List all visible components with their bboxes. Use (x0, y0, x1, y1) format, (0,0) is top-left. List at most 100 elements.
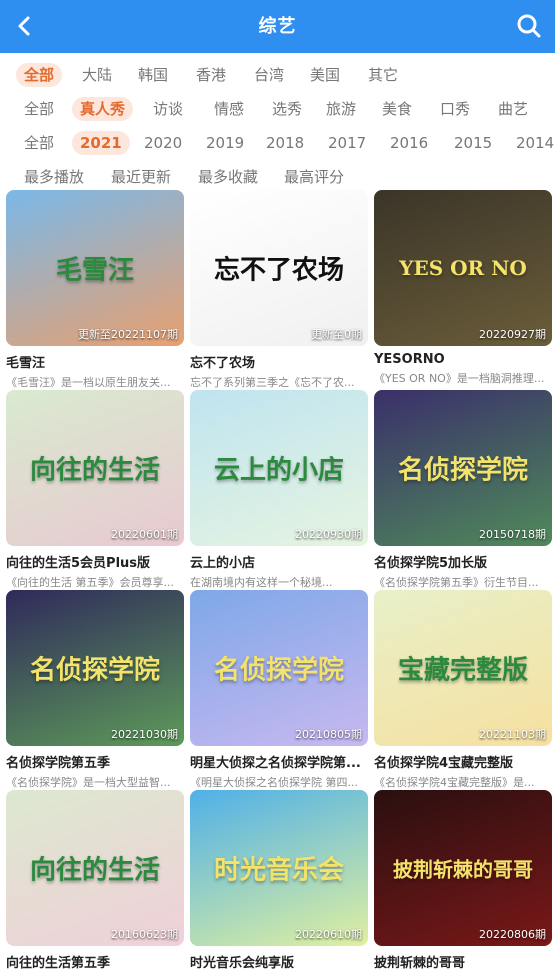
show-description: 忘不了系列第三季之《忘不了农... (190, 376, 355, 389)
show-poster[interactable]: 毛雪汪 更新至20221107期 (6, 190, 184, 346)
top-app-bar: 综艺 (0, 0, 555, 53)
show-poster[interactable]: 名侦探学院 20210805期 (190, 590, 368, 746)
show-card[interactable]: 忘不了农场 更新至0期忘不了农场忘不了系列第三季之《忘不了农... (190, 190, 368, 390)
show-card[interactable]: 时光音乐会 20220610期时光音乐会纯享版 (190, 790, 368, 971)
region-chip[interactable]: 全部 (16, 63, 63, 87)
poster-logo-text: 毛雪汪 (55, 255, 134, 286)
region-filter-row: 全部 大陆 韩国 香港 台湾 美国 其它 (0, 60, 555, 90)
sort-chip[interactable]: 最多收藏 (190, 165, 266, 189)
show-poster[interactable]: 忘不了农场 更新至0期 (190, 190, 368, 346)
episode-badge: 更新至0期 (311, 328, 362, 341)
poster-logo-text: 向往的生活 (29, 855, 160, 886)
show-title: 名侦探学院5加长版 (374, 556, 488, 571)
show-card[interactable]: 名侦探学院 20150718期名侦探学院5加长版《名侦探学院第五季》衍生节目... (374, 390, 552, 590)
show-title: 披荆斩棘的哥哥 (374, 956, 466, 971)
show-description: 《向往的生活 第五季》会员尊享... (6, 576, 174, 589)
show-card[interactable]: 宝藏完整版 20221103期名侦探学院4宝藏完整版《名侦探学院4宝藏完整版》是.… (374, 590, 552, 790)
page-title: 综艺 (258, 16, 297, 37)
show-card[interactable]: 毛雪汪 更新至20221107期 毛雪汪 《毛雪汪》是一档以原生朋友关... (6, 190, 184, 390)
region-chip[interactable]: 香港 (188, 63, 234, 87)
poster-logo-text: 向往的生活 (29, 455, 160, 486)
year-chip[interactable]: 2020 (136, 131, 190, 155)
show-card[interactable]: 名侦探学院 20210805期明星大侦探之名侦探学院第... 《明星大侦探之名侦探学… (190, 590, 368, 790)
episode-badge: 20221103期 (479, 728, 546, 741)
poster-logo-text: YES OR NO (399, 256, 527, 280)
show-description: 在湖南境内有这样一个秘境... (190, 576, 333, 589)
genre-chip[interactable]: 美食 (374, 97, 420, 121)
region-chip[interactable]: 韩国 (130, 63, 176, 87)
show-card[interactable]: 名侦探学院 20221030期名侦探学院第五季《名侦探学院》是一档大型益智... (6, 590, 184, 790)
show-title: 云上的小店 (190, 556, 256, 571)
show-title: 名侦探学院4宝藏完整版 (374, 756, 514, 771)
poster-logo-text: 云上的小店 (213, 455, 344, 486)
show-title: 时光音乐会纯享版 (190, 956, 295, 971)
genre-chip[interactable]: 访谈 (145, 97, 191, 121)
genre-chip[interactable]: 旅游 (318, 97, 364, 121)
year-chip[interactable]: 2017 (320, 131, 374, 155)
show-description: 《名侦探学院第五季》衍生节目... (374, 576, 539, 589)
filter-panel: 全部 大陆 韩国 香港 台湾 美国 其它 全部 真人秀 访谈 情感 选秀 旅游 美食 口秀 曲艺 全部 202… (0, 60, 555, 196)
show-title: 明星大侦探之名侦探学院第... (190, 756, 361, 771)
genre-chip[interactable]: 全部 (16, 97, 62, 121)
episode-badge: 20160623期 (111, 928, 178, 941)
show-poster[interactable]: YES OR NO 20220927期 (374, 190, 552, 346)
show-description: 《名侦探学院4宝藏完整版》是... (374, 776, 535, 789)
episode-badge: 20221030期 (111, 728, 178, 741)
poster-logo-text: 披荆斩棘的哥哥 (393, 857, 533, 882)
genre-chip[interactable]: 真人秀 (72, 97, 134, 121)
region-chip[interactable]: 大陆 (74, 63, 120, 87)
show-poster[interactable]: 时光音乐会 20220610期 (190, 790, 368, 946)
show-card[interactable]: 向往的生活 20220601期 向往的生活5会员Plus版 《向往的生活 第五季》会员… (6, 390, 184, 590)
sort-chip[interactable]: 最近更新 (103, 165, 179, 189)
search-icon[interactable] (511, 8, 547, 44)
region-chip[interactable]: 其它 (360, 63, 406, 87)
show-poster[interactable]: 名侦探学院 20150718期 (374, 390, 552, 546)
year-chip[interactable]: 全部 (16, 131, 62, 155)
genre-chip[interactable]: 情感 (206, 97, 252, 121)
year-chip[interactable]: 2021 (72, 131, 130, 155)
show-poster[interactable]: 名侦探学院 20221030期 (6, 590, 184, 746)
show-poster[interactable]: 向往的生活 20160623期 (6, 790, 184, 946)
show-poster[interactable]: 向往的生活 20220601期 (6, 390, 184, 546)
poster-logo-text: 宝藏完整版 (397, 655, 528, 686)
show-title: 毛雪汪 (6, 356, 46, 371)
sort-chip[interactable]: 最高评分 (276, 165, 352, 189)
genre-chip[interactable]: 口秀 (432, 97, 478, 121)
year-chip[interactable]: 2018 (258, 131, 312, 155)
sort-chip[interactable]: 最多播放 (16, 165, 92, 189)
episode-badge: 20220601期 (111, 528, 178, 541)
year-chip[interactable]: 2019 (198, 131, 252, 155)
poster-logo-text: 名侦探学院 (213, 655, 344, 686)
poster-logo-text: 名侦探学院 (397, 455, 528, 486)
show-card[interactable]: 披荆斩棘的哥哥 20220806期 披荆斩棘的哥哥 (374, 790, 552, 971)
show-title: 名侦探学院第五季 (6, 756, 111, 771)
show-description: 《明星大侦探之名侦探学院 第四... (190, 776, 358, 789)
region-chip[interactable]: 台湾 (246, 63, 292, 87)
year-chip[interactable]: 2015 (446, 131, 500, 155)
episode-badge: 20220806期 (479, 928, 546, 941)
show-poster[interactable]: 宝藏完整版 20221103期 (374, 590, 552, 746)
show-description: 《毛雪汪》是一档以原生朋友关... (6, 376, 171, 389)
region-chip[interactable]: 美国 (302, 63, 348, 87)
genre-chip[interactable]: 选秀 (264, 97, 310, 121)
show-card[interactable]: YES OR NO 20220927期 YESORNO 《YES OR NO》是一档脑… (374, 190, 552, 386)
show-poster[interactable]: 云上的小店 20220930期 (190, 390, 368, 546)
episode-badge: 20220927期 (479, 328, 546, 341)
poster-logo-text: 时光音乐会 (213, 855, 344, 886)
year-chip[interactable]: 2016 (382, 131, 436, 155)
episode-badge: 20150718期 (479, 528, 546, 541)
show-description: 《名侦探学院》是一档大型益智... (6, 776, 171, 789)
show-card[interactable]: 云上的小店 20220930期 云上的小店 在湖南境内有这样一个秘境... (190, 390, 368, 590)
show-description: 《YES OR NO》是一档脑洞推理... (374, 372, 545, 385)
genre-chip[interactable]: 曲艺 (490, 97, 536, 121)
show-card[interactable]: 向往的生活 20160623期 向往的生活第五季 (6, 790, 184, 971)
show-poster[interactable]: 披荆斩棘的哥哥 20220806期 (374, 790, 552, 946)
genre-filter-row: 全部 真人秀 访谈 情感 选秀 旅游 美食 口秀 曲艺 (0, 94, 555, 124)
year-chip[interactable]: 2014 (508, 131, 555, 155)
sort-filter-row: 最多播放 最近更新 最多收藏 最高评分 (0, 162, 555, 192)
episode-badge: 20220610期 (295, 928, 362, 941)
show-title: 忘不了农场 (190, 356, 256, 371)
show-title: YESORNO (374, 352, 445, 367)
episode-badge: 20220930期 (295, 528, 362, 541)
year-filter-row: 全部 2021 2020 2019 2018 2017 2016 2015 2014 (0, 128, 555, 158)
